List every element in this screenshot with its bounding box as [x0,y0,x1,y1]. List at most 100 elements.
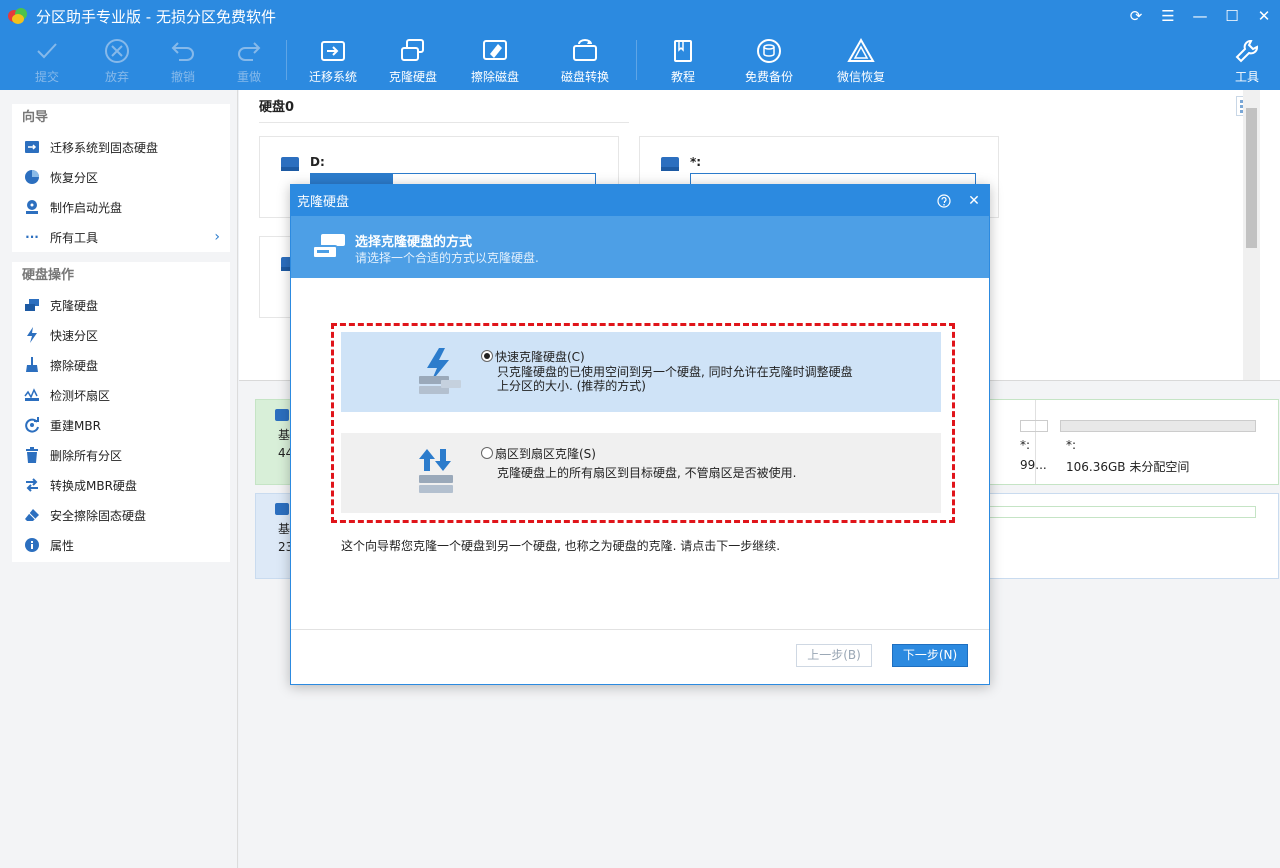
recover-icon [826,36,896,66]
dialog-title: 克隆硬盘 [297,195,350,210]
convert-icon [24,477,40,493]
partition-label: *: [1020,438,1031,452]
wrench-icon [1212,36,1280,66]
toolbar-wechat-recover-button[interactable]: 微信恢复 [826,36,896,88]
sidebar-item-label: 快速分区 [50,328,99,343]
lightning-icon [24,327,40,343]
info-icon [24,537,40,553]
option-quick-clone[interactable]: 快速克隆硬盘(C) 只克隆硬盘的已使用空间到另一个硬盘, 同时允许在克隆时调整硬… [341,332,941,412]
quick-clone-icon [415,346,465,396]
radio-sector-clone[interactable] [481,447,493,459]
app-logo-icon [8,6,28,26]
sidebar-item-convert-mbr[interactable]: 转换成MBR硬盘 [12,470,230,500]
toolbar-separator [286,40,287,80]
dialog-header-subtitle: 请选择一个合适的方式以克隆硬盘. [355,251,539,265]
radio-quick-clone[interactable] [481,350,493,362]
dialog-header: 选择克隆硬盘的方式 请选择一个合适的方式以克隆硬盘. [291,216,989,278]
scrollbar-thumb[interactable] [1246,108,1257,248]
prev-button[interactable]: 上一步(B) [796,644,872,667]
migrate-icon [24,139,40,155]
close-button[interactable]: ✕ [1248,0,1280,32]
broom-icon [24,357,40,373]
unallocated-size: 106.36GB 未分配空间 [1066,460,1190,474]
cancel-icon [82,36,152,66]
window-title: 分区助手专业版 - 无损分区免费软件 [36,7,276,26]
sidebar-item-secure-erase-ssd[interactable]: 安全擦除固态硬盘 [12,500,230,530]
wizard-panel: 向导 迁移系统到固态硬盘 恢复分区 制作启动光盘 ··· 所有工具 › [12,104,230,252]
sidebar-item-label: 擦除硬盘 [50,358,99,373]
toolbar: 提交 放弃 撤销 重做 迁移系统 克隆硬盘 擦除磁盘 磁盘转换 教程 免费备份 … [0,32,1280,90]
minimize-button[interactable]: — [1184,0,1216,32]
disk-ops-panel: 硬盘操作 克隆硬盘 快速分区 擦除硬盘 检测坏扇区 重建MBR 删除所有分区 转… [12,262,230,562]
toolbar-separator [636,40,637,80]
toolbar-commit-button[interactable]: 提交 [12,36,82,88]
book-icon [648,36,718,66]
sidebar-item-all-tools[interactable]: ··· 所有工具 › [12,222,230,252]
sidebar-item-label: 删除所有分区 [50,448,123,463]
sidebar-item-rebuild-mbr[interactable]: 重建MBR [12,410,230,440]
disk-check-icon [24,387,40,403]
wizard-title: 向导 [22,110,49,125]
sidebar-item-bootable-media[interactable]: 制作启动光盘 [12,192,230,222]
toolbar-backup-button[interactable]: 免费备份 [734,36,804,88]
disk-type-label: 基 [278,522,291,536]
wipe-disk-icon [460,36,530,66]
dialog-header-title: 选择克隆硬盘的方式 [355,235,473,250]
toolbar-migrate-button[interactable]: 迁移系统 [298,36,368,88]
partition-label: D: [310,155,325,169]
partition-bar [984,506,1256,518]
toolbar-redo-button[interactable]: 重做 [214,36,284,88]
migrate-icon [298,36,368,66]
backup-icon [734,36,804,66]
toolbar-convert-disk-button[interactable]: 磁盘转换 [550,36,620,88]
sidebar-item-label: 克隆硬盘 [50,298,99,313]
sidebar-item-migrate-ssd[interactable]: 迁移系统到固态硬盘 [12,132,230,162]
dialog-close-button[interactable]: ✕ [959,185,989,216]
unallocated-bar [1060,420,1256,432]
sidebar-item-wipe-disk[interactable]: 擦除硬盘 [12,350,230,380]
dialog-divider [291,629,989,630]
sidebar-item-recover-partition[interactable]: 恢复分区 [12,162,230,192]
toolbar-undo-button[interactable]: 撤销 [148,36,218,88]
clone-disk-icon [24,297,40,313]
sidebar-item-label: 所有工具 [50,230,99,245]
sidebar-item-delete-all-partitions[interactable]: 删除所有分区 [12,440,230,470]
rebuild-icon [24,417,40,433]
option-description: 克隆硬盘上的所有扇区到目标硬盘, 不管扇区是否被使用. [497,466,797,480]
sidebar-item-check-bad-sectors[interactable]: 检测坏扇区 [12,380,230,410]
toolbar-wipe-disk-button[interactable]: 擦除磁盘 [460,36,530,88]
pie-chart-icon [24,169,40,185]
option-sector-clone[interactable]: 扇区到扇区克隆(S) 克隆硬盘上的所有扇区到目标硬盘, 不管扇区是否被使用. [341,433,941,513]
partition-label: *: [690,155,702,169]
wizard-footnote: 这个向导帮您克隆一个硬盘到另一个硬盘, 也称之为硬盘的克隆. 请点击下一步继续. [341,539,781,553]
partition-label: *: [1066,438,1077,452]
disk-header: 硬盘0 [259,100,295,115]
disk-type-label: 基 [278,428,291,442]
help-icon[interactable] [929,185,959,216]
sidebar-item-clone-disk[interactable]: 克隆硬盘 [12,290,230,320]
sidebar-item-quick-partition[interactable]: 快速分区 [12,320,230,350]
toolbar-tools-button[interactable]: 工具 [1212,36,1280,88]
clone-disk-icon [311,232,347,262]
next-button[interactable]: 下一步(N) [892,644,968,667]
trash-icon [24,447,40,463]
chevron-right-icon: › [214,229,220,245]
sidebar-item-properties[interactable]: 属性 [12,530,230,560]
toolbar-clone-disk-button[interactable]: 克隆硬盘 [378,36,448,88]
dialog-titlebar: 克隆硬盘 [291,185,989,216]
toolbar-discard-button[interactable]: 放弃 [82,36,152,88]
maximize-button[interactable]: ☐ [1216,0,1248,32]
eraser-icon [24,507,40,523]
toolbar-tutorial-button[interactable]: 教程 [648,36,718,88]
partition-usage-fill [311,174,394,184]
scrollbar[interactable] [1243,90,1260,380]
clone-disk-icon [378,36,448,66]
partition-bar [1020,420,1048,432]
sidebar-item-label: 恢复分区 [50,170,99,185]
drive-icon [280,155,300,176]
menu-icon[interactable]: ☰ [1152,0,1184,32]
refresh-icon[interactable]: ⟳ [1120,0,1152,32]
partition-size: 99... [1020,458,1047,472]
sidebar: 向导 迁移系统到固态硬盘 恢复分区 制作启动光盘 ··· 所有工具 › 硬盘操作… [0,90,238,868]
sidebar-item-label: 检测坏扇区 [50,388,111,403]
